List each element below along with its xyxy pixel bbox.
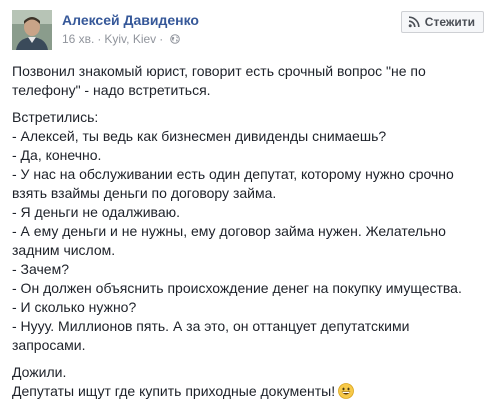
text-line: задним числом.: [12, 242, 116, 258]
paragraph: Встретились: - Алексей, ты ведь как бизн…: [12, 108, 482, 355]
text-line: Позвонил знакомый юрист, говорит есть ср…: [12, 63, 426, 79]
avatar-image: [12, 10, 52, 50]
author-avatar[interactable]: [12, 10, 52, 50]
globe-icon[interactable]: [170, 34, 180, 44]
text-line: - И сколько нужно?: [12, 299, 137, 315]
grinning-face-icon: [338, 383, 354, 399]
follow-button[interactable]: Стежити: [400, 11, 484, 33]
text-line: - Я деньги не одалживаю.: [12, 204, 180, 220]
post-location[interactable]: Kyiv, Kiev: [104, 32, 156, 46]
text-line: - А ему деньги и не нужны, ему договор з…: [12, 223, 446, 239]
author-name[interactable]: Алексей Давиденко: [62, 12, 199, 28]
text-line: запросами.: [12, 337, 86, 353]
text-line: Депутаты ищут где купить приходные докум…: [12, 383, 336, 399]
text-line: взять взаймы деньги по договору займа.: [12, 185, 277, 201]
rss-icon: [408, 16, 420, 28]
post-meta: 16 хв. · Kyiv, Kiev ·: [62, 32, 180, 46]
post-text: Позвонил знакомый юрист, говорит есть ср…: [12, 62, 482, 401]
text-line: - Алексей, ты ведь как бизнесмен дивиден…: [12, 128, 387, 144]
text-line-with-emoji: Депутаты ищут где купить приходные докум…: [12, 382, 482, 401]
text-line: - Да, конечно.: [12, 147, 102, 163]
text-line: Дожили.: [12, 364, 67, 380]
meta-separator: ·: [97, 32, 102, 46]
text-line: - Он должен объяснить происхождение дене…: [12, 280, 462, 296]
text-line: телефону" - надо встретиться.: [12, 82, 211, 98]
text-line: - Зачем?: [12, 261, 69, 277]
post-time[interactable]: 16 хв.: [62, 32, 94, 46]
text-line: - У нас на обслуживании есть один депута…: [12, 166, 454, 182]
meta-separator: ·: [159, 32, 164, 46]
text-line: Встретились:: [12, 109, 99, 125]
follow-label: Стежити: [424, 15, 475, 29]
paragraph: Позвонил знакомый юрист, говорит есть ср…: [12, 62, 482, 100]
facebook-post: Алексей Давиденко 16 хв. · Kyiv, Kiev · …: [0, 0, 494, 403]
paragraph: Дожили. Депутаты ищут где купить приходн…: [12, 363, 482, 401]
post-header: Алексей Давиденко 16 хв. · Kyiv, Kiev · …: [12, 10, 484, 52]
text-line: - Нууу. Миллионов пять. А за это, он отт…: [12, 318, 410, 334]
